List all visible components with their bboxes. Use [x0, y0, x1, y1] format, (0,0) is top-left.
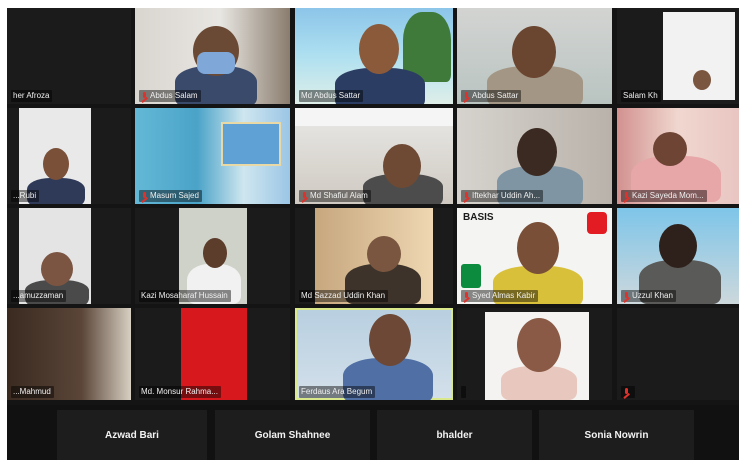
participant-tile[interactable]: ...Mahmud: [7, 308, 131, 400]
participant-tile[interactable]: Kazi Sayeda Mom...: [617, 108, 739, 204]
basis-logo: BASIS: [463, 212, 494, 223]
participant-name: ...amuzzaman: [11, 290, 67, 302]
participant-name: ...Rubi: [11, 190, 40, 202]
mic-muted-icon: [141, 191, 148, 201]
flag-decor: [461, 264, 481, 288]
participant-name: Salam Kh: [621, 90, 661, 102]
mic-muted-icon: [463, 291, 470, 301]
video-gallery: her Afroza Abdus Salam Md Abdus Sattar A…: [7, 8, 739, 460]
mic-muted-icon: [623, 291, 630, 301]
participant-tile[interactable]: BASIS Syed Almas Kabir: [457, 208, 612, 304]
participant-tile[interactable]: ...Rubi: [7, 108, 131, 204]
participant-name: Ferdaus Ara Begum: [299, 386, 376, 398]
participant-name-tile[interactable]: Azwad Bari: [57, 410, 207, 460]
participant-tile[interactable]: Md. Monsur Rahma...: [135, 308, 290, 400]
participant-tile[interactable]: Iftekhar Uddin Ah...: [457, 108, 612, 204]
participant-tile[interactable]: [617, 308, 739, 400]
participant-tile[interactable]: Kazi Mosaharaf Hussain: [135, 208, 290, 304]
flag-decor: [587, 212, 607, 234]
mic-muted-icon: [623, 191, 630, 201]
participant-name: Syed Almas Kabir: [461, 290, 539, 302]
participant-name-tile[interactable]: Golam Shahnee: [215, 410, 370, 460]
participant-name-tile[interactable]: Sonia Nowrin: [539, 410, 694, 460]
mic-muted-icon: [623, 387, 630, 397]
participant-name: Kazi Mosaharaf Hussain: [139, 290, 231, 302]
participant-tile[interactable]: her Afroza: [7, 8, 131, 104]
participant-tile[interactable]: Masum Sajed: [135, 108, 290, 204]
participant-tile[interactable]: Md Abdus Sattar: [295, 8, 453, 104]
mic-muted-icon: [301, 191, 308, 201]
participant-name: Uzzul Khan: [621, 290, 676, 302]
participant-name: her Afroza: [11, 90, 53, 102]
participant-tile[interactable]: ...amuzzaman: [7, 208, 131, 304]
participant-name-tile[interactable]: bhalder: [377, 410, 532, 460]
wall-map: [221, 122, 281, 166]
participant-tile[interactable]: Abdus Salam: [135, 8, 290, 104]
participant-name: [621, 386, 635, 398]
meeting-screenshot: her Afroza Abdus Salam Md Abdus Sattar A…: [0, 0, 746, 468]
participant-name: Azwad Bari: [105, 429, 159, 441]
participant-name: Md Abdus Sattar: [299, 90, 364, 102]
participant-name: Md Sazzad Uddin Khan: [299, 290, 389, 302]
participant-name: ...Mahmud: [11, 386, 54, 398]
participant-name: Md. Monsur Rahma...: [139, 386, 221, 398]
participant-name: Md Shafiul Alam: [299, 190, 371, 202]
participant-tile-active-speaker[interactable]: Ferdaus Ara Begum: [295, 308, 453, 400]
participant-tile[interactable]: Salam Kh: [617, 8, 739, 104]
mic-muted-icon: [141, 91, 148, 101]
mic-muted-icon: [463, 91, 470, 101]
participant-tile[interactable]: Abdus Sattar: [457, 8, 612, 104]
participant-name: bhalder: [436, 429, 473, 441]
participant-name: Kazi Sayeda Mom...: [621, 190, 707, 202]
participant-name: Abdus Salam: [139, 90, 201, 102]
participant-name: Masum Sajed: [139, 190, 202, 202]
participant-name: Iftekhar Uddin Ah...: [461, 190, 544, 202]
participant-tile[interactable]: [457, 308, 612, 400]
participant-name: Sonia Nowrin: [584, 429, 649, 441]
participant-name: Golam Shahnee: [254, 429, 331, 441]
mic-muted-icon: [463, 191, 470, 201]
participant-name: [461, 386, 466, 398]
participant-tile[interactable]: Uzzul Khan: [617, 208, 739, 304]
participant-name: Abdus Sattar: [461, 90, 522, 102]
participant-tile[interactable]: Md Sazzad Uddin Khan: [295, 208, 453, 304]
participant-tile[interactable]: Md Shafiul Alam: [295, 108, 453, 204]
